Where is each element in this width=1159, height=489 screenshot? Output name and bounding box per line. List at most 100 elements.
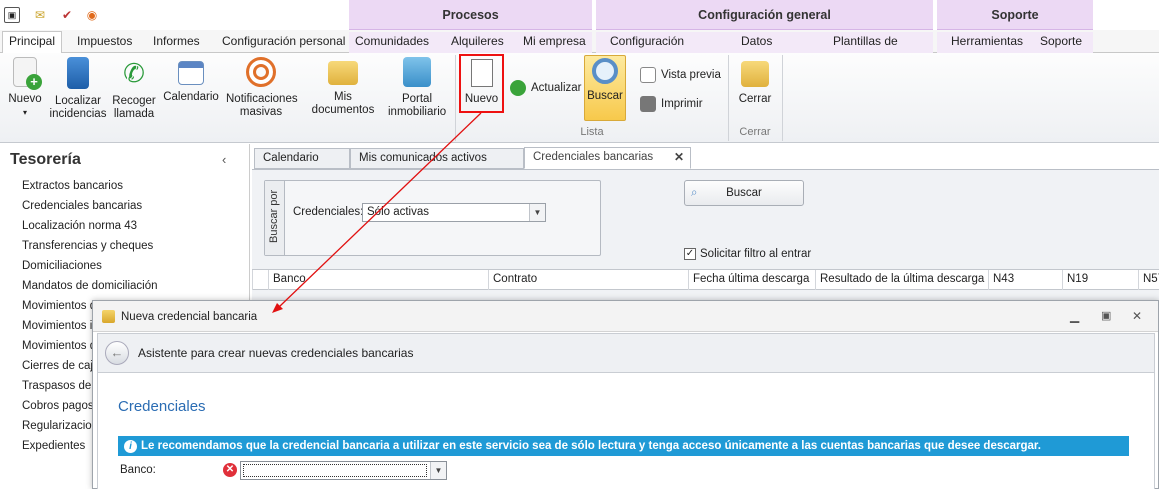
tab-datos-basicos[interactable]: Datos básicos xyxy=(726,32,817,67)
column-contrato[interactable]: Contrato xyxy=(488,270,688,290)
magnifier-icon xyxy=(592,58,618,84)
column-n57[interactable]: N57 xyxy=(1138,270,1159,290)
buscar-button[interactable]: Buscar xyxy=(584,55,626,121)
notificaciones-masivas-button[interactable]: Notificaciones masivas xyxy=(226,57,298,119)
nueva-credencial-dialog: Nueva credencial bancaria ▁ ▣ ✕ ← Asiste… xyxy=(92,300,1159,489)
sidebar-item[interactable]: Localización norma 43 xyxy=(22,220,137,232)
tab-herramientas[interactable]: Herramientas xyxy=(937,32,1025,53)
chevron-down-icon[interactable]: ▼ xyxy=(430,462,446,479)
preview-icon xyxy=(640,67,656,83)
tab-configuracion-personal[interactable]: Configuración personal xyxy=(216,32,351,53)
title-strip: ▣ ✉ ✔ ◉ Procesos Configuración general S… xyxy=(0,0,1159,30)
group-label-lista: Lista xyxy=(580,126,604,138)
group-label-cerrar: Cerrar xyxy=(739,126,771,138)
sidebar-item[interactable]: Credenciales bancarias xyxy=(22,200,142,212)
tasks-icon[interactable]: ✔ xyxy=(59,7,75,23)
buscar-por-caption: Buscar por xyxy=(265,181,285,255)
column-n19[interactable]: N19 xyxy=(1062,270,1138,290)
tab-configuracion-general[interactable]: Configuración general xyxy=(596,32,726,67)
imprimir-label: Imprimir xyxy=(661,98,703,110)
ribbon-separator xyxy=(728,55,729,141)
recoger-llamada-button[interactable]: ✆ Recoger llamada xyxy=(110,57,158,121)
close-tab-icon[interactable]: ✕ xyxy=(674,148,684,167)
nuevo-dropdown-button[interactable]: + Nuevo ▾ xyxy=(6,57,44,119)
tab-impuestos[interactable]: Impuestos xyxy=(71,32,138,53)
filter-group: Buscar por Credenciales: Sólo activas ▼ xyxy=(264,180,601,256)
dialog-title: Nueva credencial bancaria xyxy=(121,311,258,323)
sidebar-item[interactable]: Movimientos in xyxy=(22,320,99,332)
sidebar-item[interactable]: Extractos bancarios xyxy=(22,180,123,192)
tab-plantillas[interactable]: Plantillas de texto xyxy=(817,32,933,67)
ribbon-separator xyxy=(782,55,783,141)
folder-icon xyxy=(328,61,358,85)
refresh-icon xyxy=(510,80,526,96)
buscar-filter-button[interactable]: ⌕ Buscar xyxy=(684,180,804,206)
panel-title: Tesorería xyxy=(10,151,81,168)
portal-inmobiliario-button[interactable]: Portal inmobiliario xyxy=(388,57,446,119)
column-n43[interactable]: N43 xyxy=(988,270,1062,290)
collapse-left-icon[interactable]: ‹ xyxy=(222,152,226,167)
sidebar-item[interactable]: Movimientos d xyxy=(22,340,96,352)
mail-icon[interactable]: ✉ xyxy=(32,7,48,23)
tab-comunidades[interactable]: Comunidades xyxy=(349,32,433,53)
notificaciones-label: Notificaciones masivas xyxy=(226,93,298,118)
cerrar-label: Cerrar xyxy=(738,93,772,105)
new-document-icon: + xyxy=(13,57,42,90)
checkbox-checked-icon[interactable]: ✓ xyxy=(684,248,696,260)
doc-tab-credenciales[interactable]: Credenciales bancarias ✕ xyxy=(524,147,691,169)
ribbon-tabs: Principal Impuestos Informes Configuraci… xyxy=(0,30,1159,67)
sidebar-item[interactable]: Expedientes xyxy=(22,440,85,452)
sidebar-item[interactable]: Mandatos de domiciliación xyxy=(22,280,158,292)
close-icon[interactable]: ✕ xyxy=(1132,309,1142,323)
info-banner: i Le recomendamos que la credencial banca… xyxy=(118,436,1129,456)
info-text: Le recomendamos que la credencial bancar… xyxy=(141,440,1041,452)
column-resultado[interactable]: Resultado de la última descarga xyxy=(815,270,988,290)
credenciales-select[interactable]: Sólo activas ▼ xyxy=(362,203,546,222)
solicitar-filtro-checkbox[interactable]: ✓ Solicitar filtro al entrar xyxy=(684,248,811,260)
imprimir-button[interactable]: Imprimir xyxy=(640,96,703,112)
grid-row-indicator xyxy=(252,270,268,290)
cerrar-button[interactable]: Cerrar xyxy=(735,57,775,106)
calendario-button[interactable]: Calendario xyxy=(162,57,220,104)
doc-tab-calendario[interactable]: Calendario xyxy=(254,148,350,169)
portal-icon xyxy=(403,57,431,87)
sidebar-item[interactable]: Traspasos de xyxy=(22,380,91,392)
sidebar-item[interactable]: Regularizacion xyxy=(22,420,98,432)
portal-label: Portal inmobiliario xyxy=(388,93,447,118)
sidebar-item[interactable]: Transferencias y cheques xyxy=(22,240,153,252)
broadcast-icon[interactable]: ◉ xyxy=(84,7,100,23)
ribbon-separator xyxy=(455,55,456,141)
buscar-por-label: Buscar por xyxy=(268,189,280,243)
mis-documentos-button[interactable]: Mis documentos xyxy=(302,57,384,117)
sidebar-item[interactable]: Cobros pagos xyxy=(22,400,94,412)
banco-select[interactable]: ▼ xyxy=(240,461,447,480)
doc-tab-comunicados[interactable]: Mis comunicados activos xyxy=(350,148,524,169)
vista-previa-button[interactable]: Vista previa xyxy=(640,67,721,83)
maximize-icon[interactable]: ▣ xyxy=(1101,309,1111,322)
info-icon: i xyxy=(124,440,137,453)
tab-principal[interactable]: Principal xyxy=(2,31,63,54)
calendar-icon xyxy=(178,61,204,85)
sidebar-item[interactable]: Cierres de caja xyxy=(22,360,99,372)
broadcast-icon xyxy=(246,57,276,87)
nuevo-label: Nuevo xyxy=(8,93,42,105)
doc-tab-credenciales-label: Credenciales bancarias xyxy=(533,151,654,163)
chevron-down-icon[interactable]: ▼ xyxy=(529,204,545,221)
back-arrow-icon[interactable]: ← xyxy=(105,341,129,365)
column-fecha[interactable]: Fecha última descarga xyxy=(688,270,815,290)
phone-icon: ✆ xyxy=(123,58,145,88)
tab-informes[interactable]: Informes xyxy=(147,32,206,53)
tab-soporte[interactable]: Soporte xyxy=(1025,32,1093,53)
sidebar-item[interactable]: Domiciliaciones xyxy=(22,260,102,272)
column-banco[interactable]: Banco xyxy=(268,270,488,290)
banco-select-focus xyxy=(243,464,427,477)
tab-alquileres[interactable]: Alquileres xyxy=(433,32,513,53)
app-menu-icon[interactable]: ▣ xyxy=(4,7,20,23)
minimize-icon[interactable]: ▁ xyxy=(1070,309,1079,323)
localizar-incidencias-button[interactable]: Localizar incidencias xyxy=(48,57,108,121)
sidebar-item[interactable]: Movimientos d xyxy=(22,300,96,312)
dialog-titlebar[interactable]: Nueva credencial bancaria ▁ ▣ ✕ xyxy=(93,301,1158,332)
actualizar-button[interactable]: Actualizar xyxy=(510,80,582,96)
close-folder-icon xyxy=(741,61,769,87)
tab-mi-empresa[interactable]: Mi empresa xyxy=(513,32,592,53)
